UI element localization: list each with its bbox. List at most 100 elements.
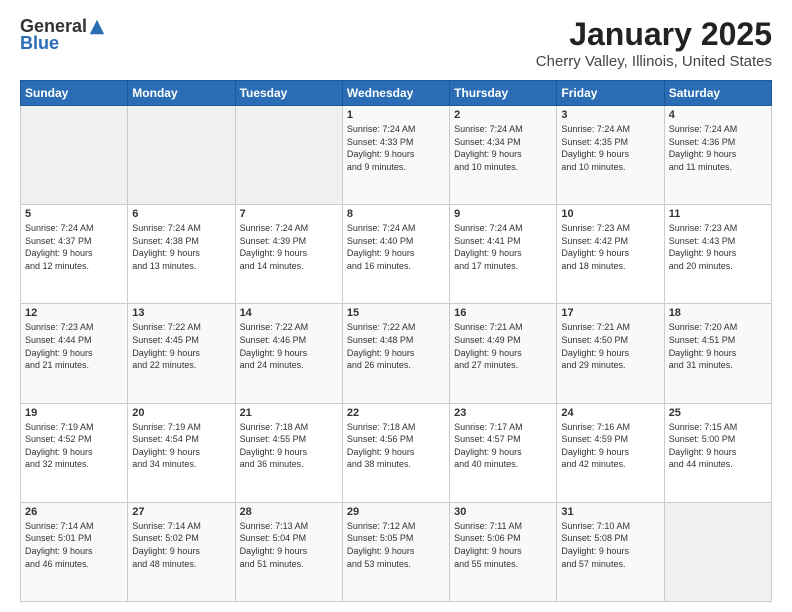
calendar-cell: 8 Sunrise: 7:24 AM Sunset: 4:40 PM Daylig… (342, 205, 449, 304)
cell-day-number: 22 (347, 407, 445, 419)
cell-day-number: 24 (561, 407, 659, 419)
cell-info: Sunrise: 7:14 AM Sunset: 5:01 PM Dayligh… (25, 520, 123, 570)
calendar-cell: 5Sunrise: 7:24 AM Sunset: 4:37 PM Daylig… (21, 205, 128, 304)
cell-info: Sunrise: 7:20 AM Sunset: 4:51 PM Dayligh… (669, 321, 767, 371)
calendar-cell: 20 Sunrise: 7:19 AM Sunset: 4:54 PM Dayli… (128, 403, 235, 502)
calendar-cell: 3 Sunrise: 7:24 AM Sunset: 4:35 PM Daylig… (557, 106, 664, 205)
cell-day-number: 30 (454, 506, 552, 518)
calendar-cell: 24 Sunrise: 7:16 AM Sunset: 4:59 PM Dayli… (557, 403, 664, 502)
cell-day-number: 12 (25, 307, 123, 319)
calendar-cell: 15Sunrise: 7:22 AM Sunset: 4:48 PM Dayli… (342, 304, 449, 403)
calendar-cell: 30 Sunrise: 7:11 AM Sunset: 5:06 PM Dayli… (450, 502, 557, 601)
calendar-cell: 31 Sunrise: 7:10 AM Sunset: 5:08 PM Dayli… (557, 502, 664, 601)
cell-info: Sunrise: 7:24 AM Sunset: 4:36 PM Dayligh… (669, 123, 767, 173)
cell-day-number: 14 (240, 307, 338, 319)
cell-day-number: 9 (454, 208, 552, 220)
cell-info: Sunrise: 7:17 AM Sunset: 4:57 PM Dayligh… (454, 421, 552, 471)
cell-day-number: 28 (240, 506, 338, 518)
calendar-cell (664, 502, 771, 601)
calendar-cell: 19 Sunrise: 7:19 AM Sunset: 4:52 PM Dayli… (21, 403, 128, 502)
cell-day-number: 13 (132, 307, 230, 319)
cell-day-number: 19 (25, 407, 123, 419)
cell-info: Sunrise: 7:24 AM Sunset: 4:34 PM Dayligh… (454, 123, 552, 173)
cell-info: Sunrise: 7:21 AM Sunset: 4:49 PM Dayligh… (454, 321, 552, 371)
cell-info: Sunrise: 7:14 AM Sunset: 5:02 PM Dayligh… (132, 520, 230, 570)
calendar-cell: 16 Sunrise: 7:21 AM Sunset: 4:49 PM Dayli… (450, 304, 557, 403)
calendar-cell: 13Sunrise: 7:22 AM Sunset: 4:45 PM Dayli… (128, 304, 235, 403)
logo-blue-text: Blue (20, 33, 59, 54)
cell-info: Sunrise: 7:23 AM Sunset: 4:43 PM Dayligh… (669, 222, 767, 272)
logo: General Blue (20, 16, 107, 54)
calendar-day-header: Wednesday (342, 81, 449, 106)
calendar-cell (128, 106, 235, 205)
logo-icon (88, 18, 106, 36)
calendar-week-row: 12Sunrise: 7:23 AM Sunset: 4:44 PM Dayli… (21, 304, 772, 403)
calendar-cell: 2Sunrise: 7:24 AM Sunset: 4:34 PM Daylig… (450, 106, 557, 205)
calendar-cell: 29Sunrise: 7:12 AM Sunset: 5:05 PM Dayli… (342, 502, 449, 601)
calendar-cell: 10 Sunrise: 7:23 AM Sunset: 4:42 PM Dayli… (557, 205, 664, 304)
cell-day-number: 6 (132, 208, 230, 220)
page-title: January 2025 (536, 16, 772, 53)
calendar-cell (21, 106, 128, 205)
cell-info: Sunrise: 7:16 AM Sunset: 4:59 PM Dayligh… (561, 421, 659, 471)
calendar-week-row: 1 Sunrise: 7:24 AM Sunset: 4:33 PM Daylig… (21, 106, 772, 205)
cell-day-number: 10 (561, 208, 659, 220)
calendar-cell: 21Sunrise: 7:18 AM Sunset: 4:55 PM Dayli… (235, 403, 342, 502)
cell-info: Sunrise: 7:23 AM Sunset: 4:42 PM Dayligh… (561, 222, 659, 272)
calendar-day-header: Thursday (450, 81, 557, 106)
calendar-cell: 23 Sunrise: 7:17 AM Sunset: 4:57 PM Dayli… (450, 403, 557, 502)
calendar-cell: 9 Sunrise: 7:24 AM Sunset: 4:41 PM Daylig… (450, 205, 557, 304)
calendar-week-row: 19 Sunrise: 7:19 AM Sunset: 4:52 PM Dayli… (21, 403, 772, 502)
cell-day-number: 8 (347, 208, 445, 220)
calendar-cell: 11 Sunrise: 7:23 AM Sunset: 4:43 PM Dayli… (664, 205, 771, 304)
cell-info: Sunrise: 7:21 AM Sunset: 4:50 PM Dayligh… (561, 321, 659, 371)
cell-day-number: 25 (669, 407, 767, 419)
calendar-cell (235, 106, 342, 205)
cell-day-number: 16 (454, 307, 552, 319)
calendar-day-header: Monday (128, 81, 235, 106)
cell-day-number: 20 (132, 407, 230, 419)
cell-day-number: 27 (132, 506, 230, 518)
calendar-table: SundayMondayTuesdayWednesdayThursdayFrid… (20, 80, 772, 602)
cell-info: Sunrise: 7:24 AM Sunset: 4:35 PM Dayligh… (561, 123, 659, 173)
calendar-day-header: Friday (557, 81, 664, 106)
cell-day-number: 11 (669, 208, 767, 220)
cell-info: Sunrise: 7:12 AM Sunset: 5:05 PM Dayligh… (347, 520, 445, 570)
cell-day-number: 5 (25, 208, 123, 220)
cell-day-number: 31 (561, 506, 659, 518)
title-block: January 2025 Cherry Valley, Illinois, Un… (536, 16, 772, 70)
calendar-cell: 14Sunrise: 7:22 AM Sunset: 4:46 PM Dayli… (235, 304, 342, 403)
calendar-cell: 22 Sunrise: 7:18 AM Sunset: 4:56 PM Dayli… (342, 403, 449, 502)
calendar-week-row: 26Sunrise: 7:14 AM Sunset: 5:01 PM Dayli… (21, 502, 772, 601)
cell-day-number: 17 (561, 307, 659, 319)
calendar-cell: 6 Sunrise: 7:24 AM Sunset: 4:38 PM Daylig… (128, 205, 235, 304)
cell-info: Sunrise: 7:18 AM Sunset: 4:56 PM Dayligh… (347, 421, 445, 471)
cell-info: Sunrise: 7:15 AM Sunset: 5:00 PM Dayligh… (669, 421, 767, 471)
calendar-cell: 18Sunrise: 7:20 AM Sunset: 4:51 PM Dayli… (664, 304, 771, 403)
calendar-cell: 4Sunrise: 7:24 AM Sunset: 4:36 PM Daylig… (664, 106, 771, 205)
cell-info: Sunrise: 7:11 AM Sunset: 5:06 PM Dayligh… (454, 520, 552, 570)
cell-day-number: 7 (240, 208, 338, 220)
cell-day-number: 1 (347, 109, 445, 121)
calendar-cell: 27 Sunrise: 7:14 AM Sunset: 5:02 PM Dayli… (128, 502, 235, 601)
cell-info: Sunrise: 7:10 AM Sunset: 5:08 PM Dayligh… (561, 520, 659, 570)
page-subtitle: Cherry Valley, Illinois, United States (536, 53, 772, 70)
calendar-week-row: 5Sunrise: 7:24 AM Sunset: 4:37 PM Daylig… (21, 205, 772, 304)
calendar-header-row: SundayMondayTuesdayWednesdayThursdayFrid… (21, 81, 772, 106)
cell-info: Sunrise: 7:24 AM Sunset: 4:40 PM Dayligh… (347, 222, 445, 272)
cell-info: Sunrise: 7:24 AM Sunset: 4:41 PM Dayligh… (454, 222, 552, 272)
cell-info: Sunrise: 7:24 AM Sunset: 4:33 PM Dayligh… (347, 123, 445, 173)
cell-info: Sunrise: 7:19 AM Sunset: 4:52 PM Dayligh… (25, 421, 123, 471)
calendar-cell: 17 Sunrise: 7:21 AM Sunset: 4:50 PM Dayli… (557, 304, 664, 403)
cell-day-number: 3 (561, 109, 659, 121)
cell-info: Sunrise: 7:19 AM Sunset: 4:54 PM Dayligh… (132, 421, 230, 471)
calendar-cell: 7Sunrise: 7:24 AM Sunset: 4:39 PM Daylig… (235, 205, 342, 304)
cell-day-number: 23 (454, 407, 552, 419)
calendar-cell: 26Sunrise: 7:14 AM Sunset: 5:01 PM Dayli… (21, 502, 128, 601)
cell-info: Sunrise: 7:18 AM Sunset: 4:55 PM Dayligh… (240, 421, 338, 471)
page-header: General Blue January 2025 Cherry Valley,… (20, 16, 772, 70)
calendar-day-header: Tuesday (235, 81, 342, 106)
calendar-cell: 12Sunrise: 7:23 AM Sunset: 4:44 PM Dayli… (21, 304, 128, 403)
cell-info: Sunrise: 7:24 AM Sunset: 4:38 PM Dayligh… (132, 222, 230, 272)
calendar-cell: 1 Sunrise: 7:24 AM Sunset: 4:33 PM Daylig… (342, 106, 449, 205)
